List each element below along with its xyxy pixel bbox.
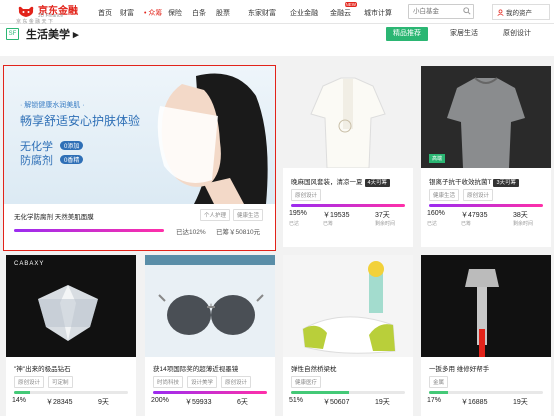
product-tag: 可定制: [48, 376, 73, 388]
progress-fill: [14, 391, 30, 394]
product-tag: 原创设计: [291, 189, 322, 201]
product-image: [145, 255, 275, 357]
nav-item[interactable]: 东家财富: [248, 8, 276, 18]
product-tag: 时尚科技: [153, 376, 184, 388]
product-title[interactable]: 一扳多用 维修好帮手: [429, 363, 489, 373]
days-tag: 4天可筹: [364, 179, 391, 187]
my-assets-label: 我的资产: [506, 10, 532, 17]
product-title[interactable]: 晚麻国风套装，清凉一夏 4天可筹: [291, 176, 391, 187]
jd-finance-logo[interactable]: 京东金融 JD Finance 京 东 金 融 天 下: [16, 2, 80, 25]
product-card[interactable]: 高端银离子抗干收效抗菌T 3天可筹 健康生活 原创设计 160% ￥47935 38天已达 已…: [421, 66, 551, 247]
days-stat: 38天: [513, 212, 528, 219]
amount-label: 已筹: [323, 221, 334, 227]
product-image: [421, 255, 551, 357]
main-nav: 首页 财富 • 众筹 保险 白条 股票 东家财富 企业金融 金融云 NEW 城市计算: [92, 0, 412, 24]
percent-stat: 195%: [289, 210, 307, 217]
progress-fill: [291, 391, 350, 394]
nav-item[interactable]: 企业金融: [290, 8, 318, 18]
progress-fill: [291, 204, 405, 207]
amount-stat: ￥28345: [46, 399, 73, 406]
days-stat: 37天: [375, 212, 390, 219]
nav-item[interactable]: 金融云 NEW: [330, 2, 357, 18]
section-icon: SF: [6, 28, 19, 40]
progress-bar: [429, 391, 543, 394]
percent-stat: 17%: [427, 397, 442, 404]
product-title[interactable]: 获14项国际奖的超薄近视墨镜: [153, 363, 238, 373]
amount-stat: ￥16885: [461, 399, 488, 406]
progress-bar: [153, 391, 267, 394]
product-title[interactable]: 弹性自然桥梁枕: [291, 363, 337, 373]
days-tag: 3天可筹: [493, 179, 520, 187]
nav-item[interactable]: 保险: [168, 8, 182, 18]
search-icon[interactable]: [463, 7, 471, 15]
product-tag: 健康医疗: [291, 376, 322, 388]
percent-label: 已达: [289, 221, 300, 227]
progress-fill: [153, 391, 267, 394]
new-badge: NEW: [344, 2, 357, 7]
nav-item[interactable]: 财富: [120, 8, 134, 18]
product-title[interactable]: "神"出来的极品钻石: [14, 363, 71, 373]
product-tag: 原创设计: [14, 376, 45, 388]
days-label: 剩余时间: [375, 221, 396, 227]
nav-item[interactable]: 城市计算: [364, 8, 392, 18]
percent-stat: 160%: [427, 210, 445, 217]
days-stat: 19天: [513, 399, 528, 406]
percent-stat: 14%: [12, 397, 27, 404]
product-tag: 原创设计: [221, 376, 252, 388]
product-card[interactable]: 获14项国际奖的超薄近视墨镜 时尚科技 设计美学 原创设计 200% ￥59933 6天: [145, 255, 275, 416]
user-icon: [497, 9, 504, 16]
section-title: 生活美学 ▸: [26, 29, 79, 41]
progress-bar: [291, 391, 405, 394]
product-card[interactable]: CABAXY "神"出来的极品钻石 原创设计 可定制 14% ￥28345 9天: [6, 255, 136, 416]
progress-bar: [291, 204, 405, 207]
product-card[interactable]: 晚麻国风套装，清凉一夏 4天可筹 原创设计 195% ￥19535 37天已达 已筹 剩余时间: [283, 66, 413, 247]
product-image: CABAXY: [6, 255, 136, 357]
tab-original-design[interactable]: 原创设计: [502, 27, 532, 41]
days-stat: 9天: [98, 399, 109, 406]
product-tag: 健康生活: [429, 189, 460, 201]
percent-stat: 200%: [151, 397, 169, 404]
days-stat: 19天: [375, 399, 390, 406]
nav-item[interactable]: • 众筹: [144, 8, 162, 18]
days-label: 剩余时间: [513, 221, 534, 227]
nav-item[interactable]: 股票: [216, 8, 230, 18]
amount-label: 已筹: [461, 221, 472, 227]
tab-home-life[interactable]: 家居生活: [446, 27, 482, 41]
top-navigation-bar: 京东金融 JD Finance 京 东 金 融 天 下 首页 财富 • 众筹 保险 白条…: [0, 0, 554, 25]
product-title[interactable]: 银离子抗干收效抗菌T 3天可筹: [429, 176, 520, 187]
product-card[interactable]: 弹性自然桥梁枕 健康医疗 51% ￥50607 19天: [283, 255, 413, 416]
product-image: [283, 255, 413, 357]
product-image: [283, 66, 413, 168]
product-tag: 设计美学: [187, 376, 218, 388]
amount-stat: ￥19535: [323, 212, 350, 219]
amount-stat: ￥50607: [323, 399, 350, 406]
nav-item[interactable]: 白条: [192, 8, 206, 18]
section-header: SF 生活美学 ▸ 精品推荐 家居生活 原创设计: [0, 24, 554, 56]
selection-highlight: [3, 65, 276, 251]
tab-featured[interactable]: 精品推荐: [386, 27, 428, 41]
progress-bar: [14, 391, 128, 394]
nav-item[interactable]: 首页: [98, 8, 112, 18]
amount-stat: ￥47935: [461, 212, 488, 219]
product-image: 高端: [421, 66, 551, 168]
progress-fill: [429, 204, 543, 207]
product-card[interactable]: 一扳多用 维修好帮手 金属 17% ￥16885 19天: [421, 255, 551, 416]
brand-label: CABAXY: [14, 261, 45, 267]
product-badge: 高端: [429, 154, 446, 163]
days-stat: 6天: [237, 399, 248, 406]
progress-bar: [429, 204, 543, 207]
my-assets-button[interactable]: 我的资产: [492, 4, 550, 20]
percent-stat: 51%: [289, 397, 304, 404]
product-tag: 金属: [429, 376, 449, 388]
product-tag: 原创设计: [463, 189, 494, 201]
percent-label: 已达: [427, 221, 438, 227]
amount-stat: ￥59933: [185, 399, 212, 406]
progress-fill: [429, 391, 449, 394]
